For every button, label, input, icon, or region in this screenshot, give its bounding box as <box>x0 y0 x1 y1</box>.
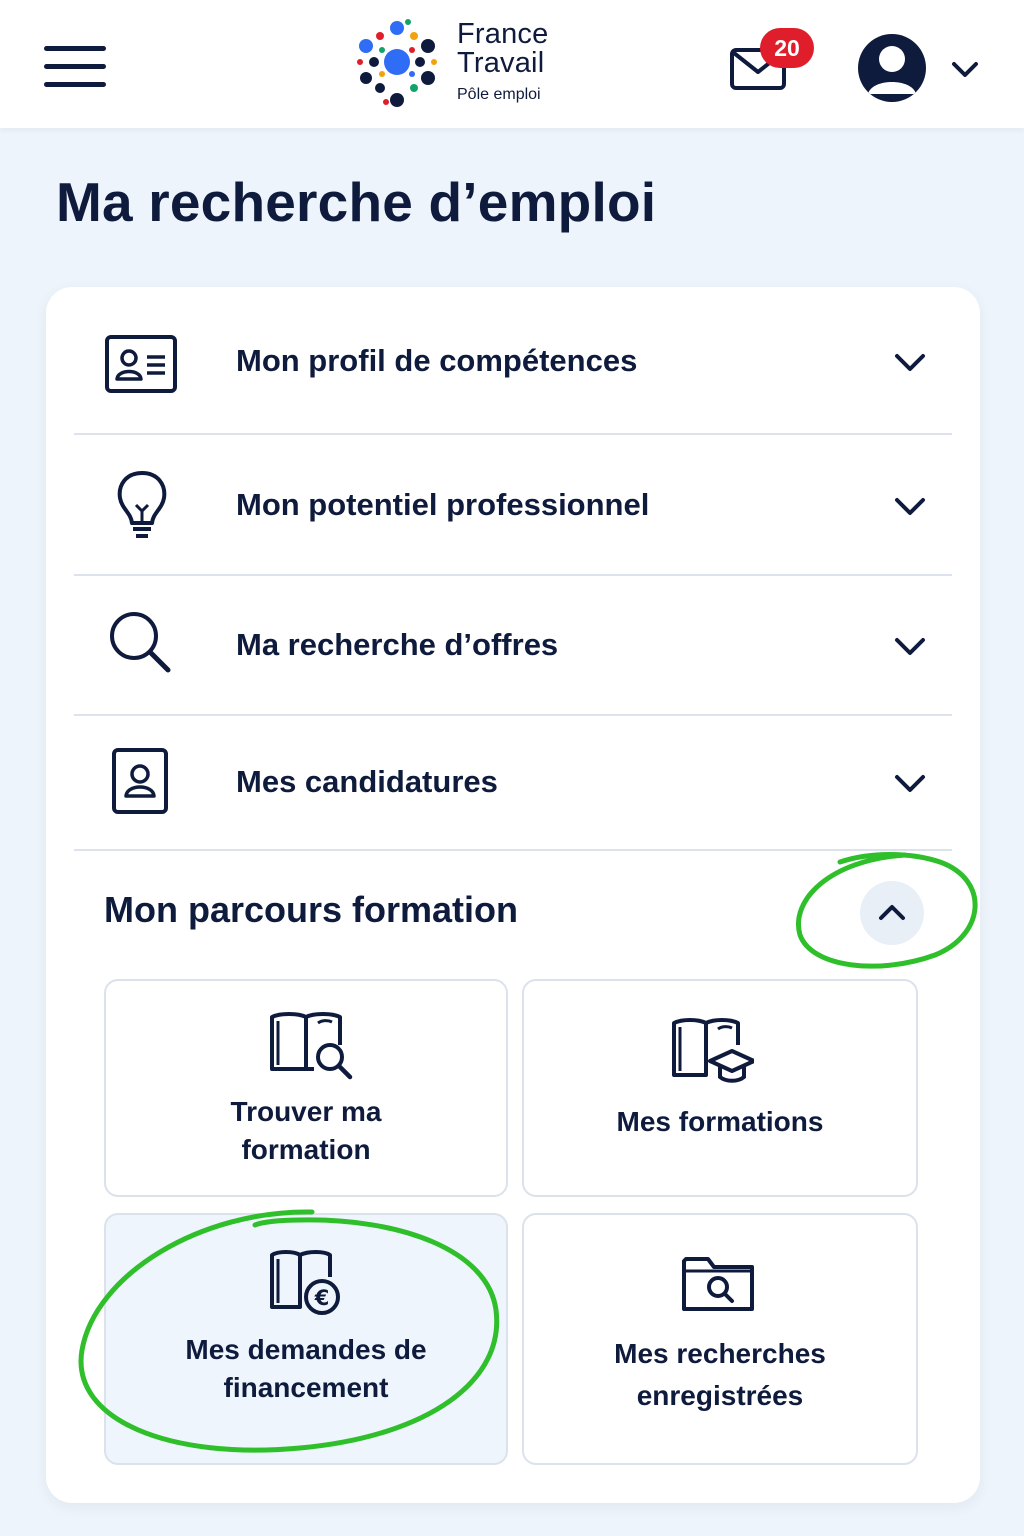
section-label: Mon profil de compétences <box>236 343 638 378</box>
logo-dots-icon <box>357 19 437 107</box>
top-header: France Travail Pôle emploi 20 <box>0 0 1024 128</box>
svg-text:€: € <box>314 1286 330 1310</box>
logo-line1: France <box>457 18 549 50</box>
tile-label-line1: Mes formations <box>616 1106 824 1137</box>
section-row-offres[interactable]: Ma recherche d’offres <box>74 576 952 714</box>
tile-label-line1: Mes recherches <box>614 1338 826 1369</box>
search-icon <box>110 612 171 673</box>
tile-label-line2: financement <box>223 1372 389 1403</box>
tile-label-line2: formation <box>241 1134 371 1165</box>
book-graduation-cap-icon <box>672 1018 754 1083</box>
tile-trouver-formation[interactable]: Trouver ma formation <box>104 979 508 1197</box>
formation-section-title: Mon parcours formation <box>104 889 519 930</box>
section-label: Mon potentiel professionnel <box>236 487 650 522</box>
section-label: Mes candidatures <box>236 764 498 799</box>
badge-person-icon <box>112 748 168 814</box>
tile-label-line2: enregistrées <box>636 1380 804 1411</box>
book-euro-icon: € <box>270 1250 340 1315</box>
tile-label-line1: Mes demandes de <box>185 1334 427 1365</box>
tile-label-line1: Trouver ma <box>230 1096 382 1127</box>
notification-badge: 20 <box>760 28 814 68</box>
id-card-icon <box>105 335 177 393</box>
tile-recherches-enregistrees[interactable]: Mes recherches enregistrées <box>522 1213 918 1465</box>
chevron-down-icon <box>895 354 925 371</box>
tile-mes-formations[interactable]: Mes formations <box>522 979 918 1197</box>
france-travail-logo[interactable]: France Travail Pôle emploi <box>354 16 574 108</box>
section-row-potentiel[interactable]: Mon potentiel professionnel <box>74 435 952 575</box>
page-title: Ma recherche d’emploi <box>56 171 657 233</box>
logo-line2: Travail <box>457 47 545 79</box>
divider <box>74 849 952 851</box>
lightbulb-icon <box>117 471 167 538</box>
job-search-card: Mon profil de compétences Mon potentiel … <box>46 287 980 1503</box>
collapse-button[interactable] <box>860 881 924 945</box>
section-label: Ma recherche d’offres <box>236 627 559 662</box>
chevron-down-icon <box>895 775 925 792</box>
chevron-down-icon <box>895 638 925 655</box>
logo-subtitle: Pôle emploi <box>457 86 541 103</box>
tile-demandes-financement[interactable]: € Mes demandes de financement <box>104 1213 508 1465</box>
hamburger-menu-icon[interactable] <box>44 44 108 90</box>
user-avatar-icon[interactable] <box>858 34 926 102</box>
chevron-down-icon[interactable] <box>948 56 982 82</box>
chevron-down-icon <box>895 498 925 515</box>
book-search-icon <box>270 1012 353 1080</box>
section-row-candidatures[interactable]: Mes candidatures <box>74 716 952 850</box>
folder-search-icon <box>682 1257 754 1311</box>
chevron-up-icon <box>879 905 905 920</box>
section-row-profil[interactable]: Mon profil de compétences <box>74 287 952 433</box>
